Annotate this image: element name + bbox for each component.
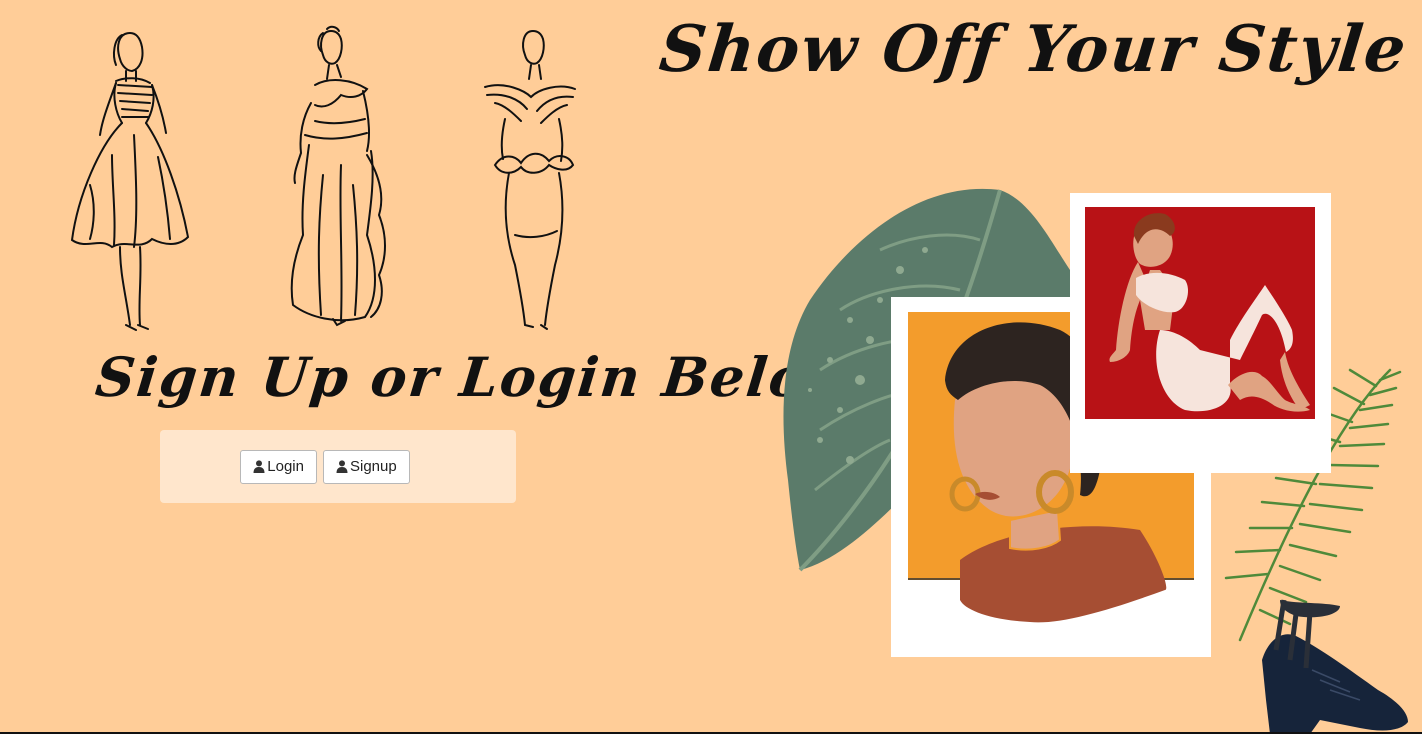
- login-button-label: Login: [267, 458, 304, 475]
- fashion-sketch-gown-icon: [290, 25, 386, 327]
- user-icon: [336, 460, 348, 473]
- fashion-collage: [783, 188, 1408, 734]
- signup-button-label: Signup: [349, 458, 397, 475]
- page-headline: Show Off Your Style: [656, 12, 1412, 87]
- polaroid-seated-woman-icon: [1070, 193, 1331, 473]
- fashion-sketch-dress-icon: [70, 31, 190, 331]
- landing-page: Show Off Your Style Sign Up or Login Bel…: [0, 0, 1422, 734]
- fashion-sketch-peplum-icon: [484, 29, 576, 330]
- user-icon: [253, 460, 265, 473]
- auth-panel: Login Signup: [160, 430, 516, 503]
- login-button[interactable]: Login: [240, 449, 317, 484]
- page-subheadline: Sign Up or Login Below: [92, 345, 859, 409]
- signup-button[interactable]: Signup: [322, 449, 410, 484]
